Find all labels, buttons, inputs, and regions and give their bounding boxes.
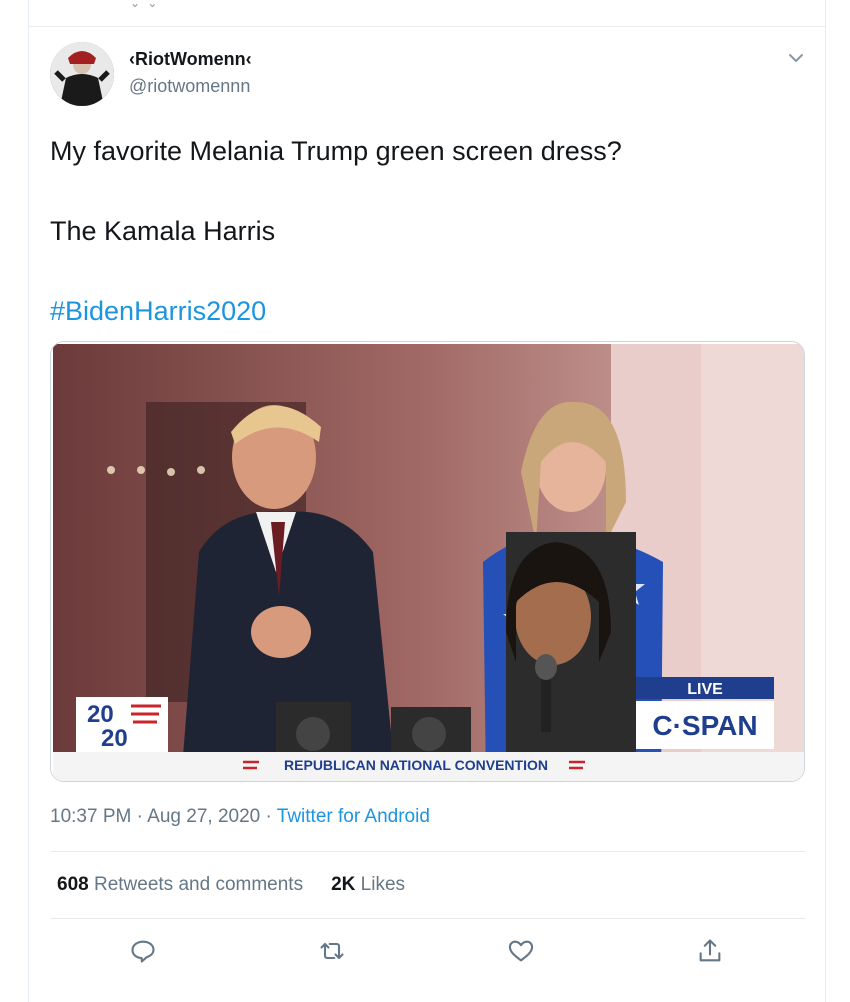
avatar[interactable] bbox=[50, 42, 114, 106]
like-icon[interactable] bbox=[504, 934, 538, 968]
tweet-meta: 10:37 PM · Aug 27, 2020 · Twitter for An… bbox=[50, 806, 430, 828]
likes-count: 2K bbox=[331, 874, 356, 895]
likes-label: Likes bbox=[360, 874, 406, 895]
user-handle[interactable]: @riotwomennn bbox=[129, 76, 250, 97]
tweet-stats: 608 Retweets and comments 2K Likes bbox=[57, 874, 405, 896]
retweets-count: 608 bbox=[57, 874, 89, 895]
tweet-text-line: The Kamala Harris bbox=[50, 216, 276, 246]
chevron-down-icon[interactable] bbox=[786, 50, 806, 66]
year-logo-bottom: 20 bbox=[101, 725, 128, 752]
network-logo: C·SPAN bbox=[652, 710, 757, 741]
top-divider bbox=[28, 26, 826, 27]
tweet-date[interactable]: Aug 27, 2020 bbox=[147, 806, 260, 827]
tweet-text-line: My favorite Melania Trump green screen d… bbox=[50, 136, 622, 166]
display-name[interactable]: ‹RiotWomenn‹ bbox=[129, 49, 252, 70]
reply-icon[interactable] bbox=[126, 934, 160, 968]
tweet-text: My favorite Melania Trump green screen d… bbox=[50, 131, 790, 331]
share-icon[interactable] bbox=[693, 934, 727, 968]
likes-stat[interactable]: 2K Likes bbox=[331, 874, 405, 896]
divider bbox=[50, 918, 806, 919]
hashtag-link[interactable]: #BidenHarris2020 bbox=[50, 291, 790, 331]
retweets-stat[interactable]: 608 Retweets and comments bbox=[57, 874, 303, 896]
tweet-source-link[interactable]: Twitter for Android bbox=[277, 806, 430, 827]
meta-separator: · bbox=[136, 806, 148, 827]
convention-banner: REPUBLICAN NATIONAL CONVENTION bbox=[284, 757, 548, 773]
tweet-media-image[interactable]: 20 20 LIVE C·SPAN REPUBLICAN NATIONAL CO… bbox=[50, 341, 805, 782]
retweets-label: Retweets and comments bbox=[93, 874, 304, 895]
tweet-actions bbox=[120, 934, 730, 968]
previous-tweet-edge: ⌄ ⌄ bbox=[130, 0, 160, 10]
divider bbox=[50, 851, 806, 852]
tweet-time[interactable]: 10:37 PM bbox=[50, 806, 131, 827]
live-badge: LIVE bbox=[687, 681, 723, 698]
meta-separator: · bbox=[265, 806, 277, 827]
retweet-icon[interactable] bbox=[315, 934, 349, 968]
year-logo-top: 20 bbox=[87, 701, 114, 728]
